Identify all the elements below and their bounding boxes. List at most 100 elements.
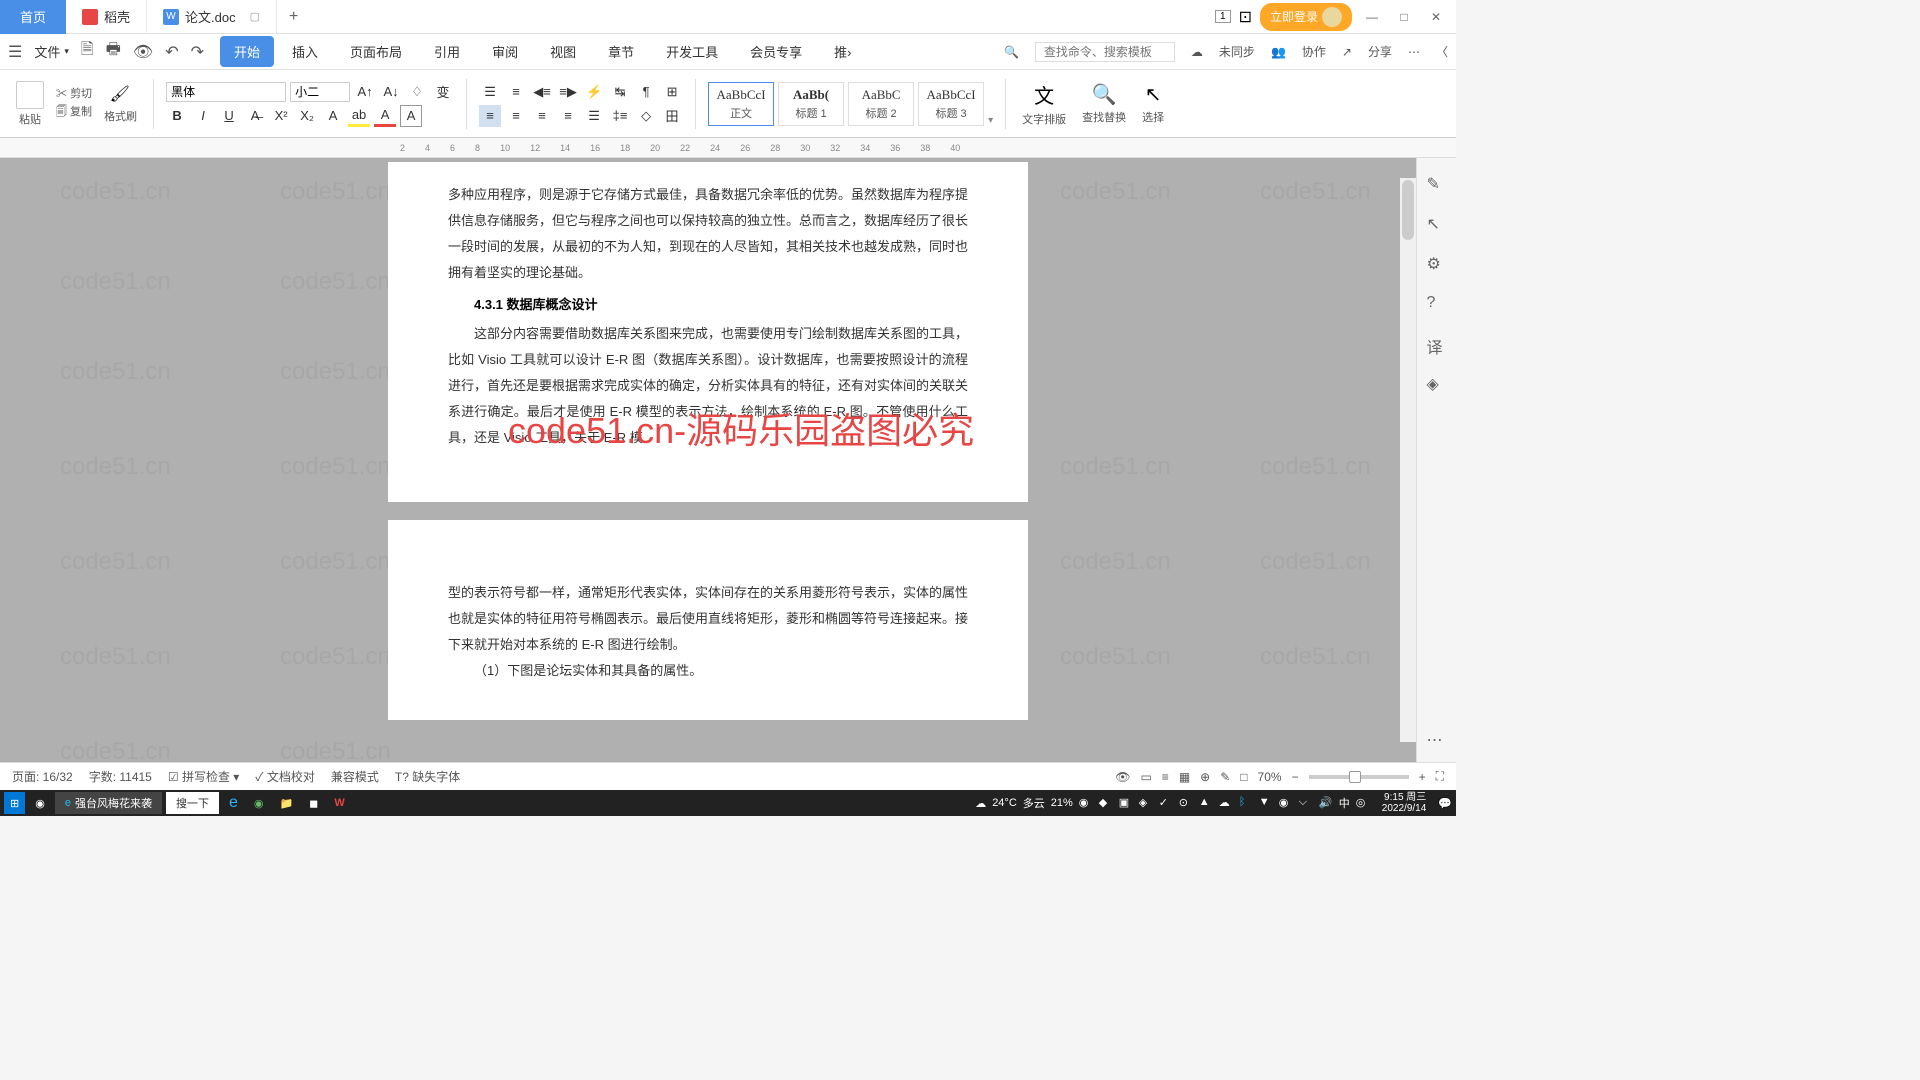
print-icon[interactable]: 🖶 bbox=[106, 38, 121, 65]
command-search-input[interactable] bbox=[1035, 42, 1175, 62]
zoom-in-button[interactable]: + bbox=[1419, 770, 1426, 784]
format-painter-icon[interactable]: 🖌 bbox=[110, 84, 132, 106]
help-icon[interactable]: ? bbox=[1427, 294, 1447, 314]
minimize-button[interactable]: — bbox=[1360, 5, 1384, 29]
tab-stops-button[interactable]: ↹ bbox=[609, 81, 631, 103]
scrollbar-thumb[interactable] bbox=[1402, 180, 1414, 240]
view-reading-icon[interactable]: ⊕ bbox=[1200, 770, 1210, 784]
superscript-button[interactable]: X² bbox=[270, 105, 292, 127]
share-button[interactable]: 分享 bbox=[1368, 43, 1392, 60]
ribbon-tab-more[interactable]: 推› bbox=[820, 36, 865, 67]
line-spacing-button[interactable]: ‡≡ bbox=[609, 105, 631, 127]
tab-add-button[interactable]: + bbox=[277, 0, 310, 34]
subscript-button[interactable]: X₂ bbox=[296, 105, 318, 127]
network-icon[interactable]: ⌵ bbox=[1299, 796, 1313, 810]
sync-status[interactable]: 未同步 bbox=[1219, 43, 1255, 60]
text-effects-button[interactable]: A bbox=[322, 105, 344, 127]
notifications-icon[interactable]: 💬 bbox=[1438, 797, 1452, 810]
highlight-button[interactable]: ab bbox=[348, 105, 370, 127]
tab-document[interactable]: W 论文.doc ▢ bbox=[147, 0, 277, 34]
select-group[interactable]: ↖ 选择 bbox=[1138, 82, 1168, 125]
style-heading1[interactable]: AaBb( 标题 1 bbox=[778, 82, 844, 126]
tray-icon[interactable]: ▣ bbox=[1119, 796, 1133, 810]
border-button[interactable]: ⊞ bbox=[661, 81, 683, 103]
app-icon[interactable]: ◼ bbox=[303, 792, 324, 814]
start-button[interactable]: ⊞ bbox=[4, 792, 25, 814]
bluetooth-icon[interactable]: ᛒ bbox=[1239, 796, 1253, 810]
style-normal[interactable]: AaBbCcI 正文 bbox=[708, 82, 774, 126]
more-icon[interactable]: ⋯ bbox=[1408, 45, 1420, 59]
zoom-slider-thumb[interactable] bbox=[1349, 771, 1361, 783]
apps-grid-icon[interactable]: ⊡ bbox=[1239, 7, 1252, 27]
cursor-tool-icon[interactable]: ↖ bbox=[1427, 214, 1447, 234]
explorer-icon[interactable]: 📁 bbox=[273, 792, 299, 814]
borders-button[interactable]: 田 bbox=[661, 105, 683, 127]
login-button[interactable]: 立即登录 bbox=[1260, 3, 1352, 31]
tray-icon[interactable]: ⊙ bbox=[1179, 796, 1193, 810]
style-heading3[interactable]: AaBbCcI 标题 3 bbox=[918, 82, 984, 126]
paste-label[interactable]: 粘贴 bbox=[19, 111, 41, 127]
wps-taskbar-icon[interactable]: W bbox=[328, 792, 350, 814]
style-heading2[interactable]: AaBbC 标题 2 bbox=[848, 82, 914, 126]
spell-check-toggle[interactable]: ☑ 拼写检查 ▾ bbox=[168, 768, 239, 785]
search-button[interactable]: 搜一下 bbox=[166, 792, 219, 814]
proofread-button[interactable]: ✓ 文档校对 bbox=[255, 768, 315, 785]
numbering-button[interactable]: ≡ bbox=[505, 81, 527, 103]
tray-icon[interactable]: ◎ bbox=[1356, 796, 1370, 810]
underline-button[interactable]: U bbox=[218, 105, 240, 127]
print-preview-icon[interactable]: 👁 bbox=[133, 42, 153, 62]
tab-home[interactable]: 首页 bbox=[0, 0, 66, 34]
news-widget[interactable]: e 强台风梅花来袭 bbox=[55, 792, 162, 814]
tray-icon[interactable]: ✓ bbox=[1159, 796, 1173, 810]
tray-icon[interactable]: ☁ bbox=[1219, 796, 1233, 810]
align-right-button[interactable]: ≡ bbox=[531, 105, 553, 127]
zoom-level[interactable]: 70% bbox=[1258, 770, 1282, 784]
maximize-button[interactable]: □ bbox=[1392, 5, 1416, 29]
tools-icon[interactable]: ◈ bbox=[1427, 374, 1447, 394]
save-icon[interactable]: 🗎 bbox=[81, 38, 94, 65]
increase-font-icon[interactable]: A↑ bbox=[354, 81, 376, 103]
ruler[interactable]: 2 4 6 8 10 12 14 16 18 20 22 24 26 28 30… bbox=[0, 138, 1456, 158]
tray-icon[interactable]: ◆ bbox=[1099, 796, 1113, 810]
find-replace-group[interactable]: 🔍 查找替换 bbox=[1078, 82, 1130, 125]
more-tools-icon[interactable]: ⋯ bbox=[1427, 730, 1447, 750]
select-tool-icon[interactable]: ✎ bbox=[1427, 174, 1447, 194]
bullets-button[interactable]: ☰ bbox=[479, 81, 501, 103]
shading-button[interactable]: ◇ bbox=[635, 105, 657, 127]
cut-button[interactable]: ✂ 剪切 bbox=[56, 85, 92, 101]
font-size-select[interactable] bbox=[290, 82, 350, 102]
decrease-font-icon[interactable]: A↓ bbox=[380, 81, 402, 103]
copilot-icon[interactable]: ◉ bbox=[29, 792, 51, 814]
eye-icon[interactable]: 👁 bbox=[1115, 770, 1130, 784]
zoom-fit-icon[interactable]: □ bbox=[1240, 770, 1247, 784]
ribbon-tab-view[interactable]: 视图 bbox=[536, 36, 590, 67]
reading-mode-icon[interactable]: 1 bbox=[1215, 10, 1231, 23]
zoom-out-button[interactable]: − bbox=[1292, 770, 1299, 784]
tray-icon[interactable]: ◈ bbox=[1139, 796, 1153, 810]
copy-button[interactable]: 🗐 复制 bbox=[56, 103, 92, 122]
translate-icon[interactable]: 译 bbox=[1427, 334, 1447, 354]
bold-button[interactable]: B bbox=[166, 105, 188, 127]
volume-icon[interactable]: 🔊 bbox=[1319, 796, 1333, 810]
ribbon-tab-insert[interactable]: 插入 bbox=[278, 36, 332, 67]
ribbon-tab-review[interactable]: 审阅 bbox=[478, 36, 532, 67]
tray-icon[interactable]: ▲ bbox=[1199, 796, 1213, 810]
settings-panel-icon[interactable]: ⚙ bbox=[1427, 254, 1447, 274]
distribute-button[interactable]: ☰ bbox=[583, 105, 605, 127]
weather-icon[interactable]: ☁ bbox=[975, 797, 986, 810]
file-menu[interactable]: 文件▾ bbox=[26, 42, 77, 61]
ime-indicator[interactable]: 中 bbox=[1339, 795, 1350, 811]
tab-window-icon[interactable]: ▢ bbox=[250, 10, 260, 23]
fullscreen-icon[interactable]: ⛶ bbox=[1436, 769, 1444, 784]
phonetic-icon[interactable]: 变 bbox=[432, 81, 454, 103]
tray-icon[interactable]: ◉ bbox=[1079, 796, 1093, 810]
clock[interactable]: 9:15 周三 2022/9/14 bbox=[1376, 792, 1433, 814]
view-page-icon[interactable]: ▭ bbox=[1140, 770, 1151, 784]
ribbon-tab-layout[interactable]: 页面布局 bbox=[336, 36, 416, 67]
ribbon-tab-chapter[interactable]: 章节 bbox=[594, 36, 648, 67]
format-painter-label[interactable]: 格式刷 bbox=[104, 108, 137, 124]
view-web-icon[interactable]: ▦ bbox=[1179, 770, 1190, 784]
document-area[interactable]: code51.cn code51.cn code51.cn code51.cn … bbox=[0, 158, 1416, 762]
ribbon-tab-devtools[interactable]: 开发工具 bbox=[652, 36, 732, 67]
align-center-button[interactable]: ≡ bbox=[505, 105, 527, 127]
